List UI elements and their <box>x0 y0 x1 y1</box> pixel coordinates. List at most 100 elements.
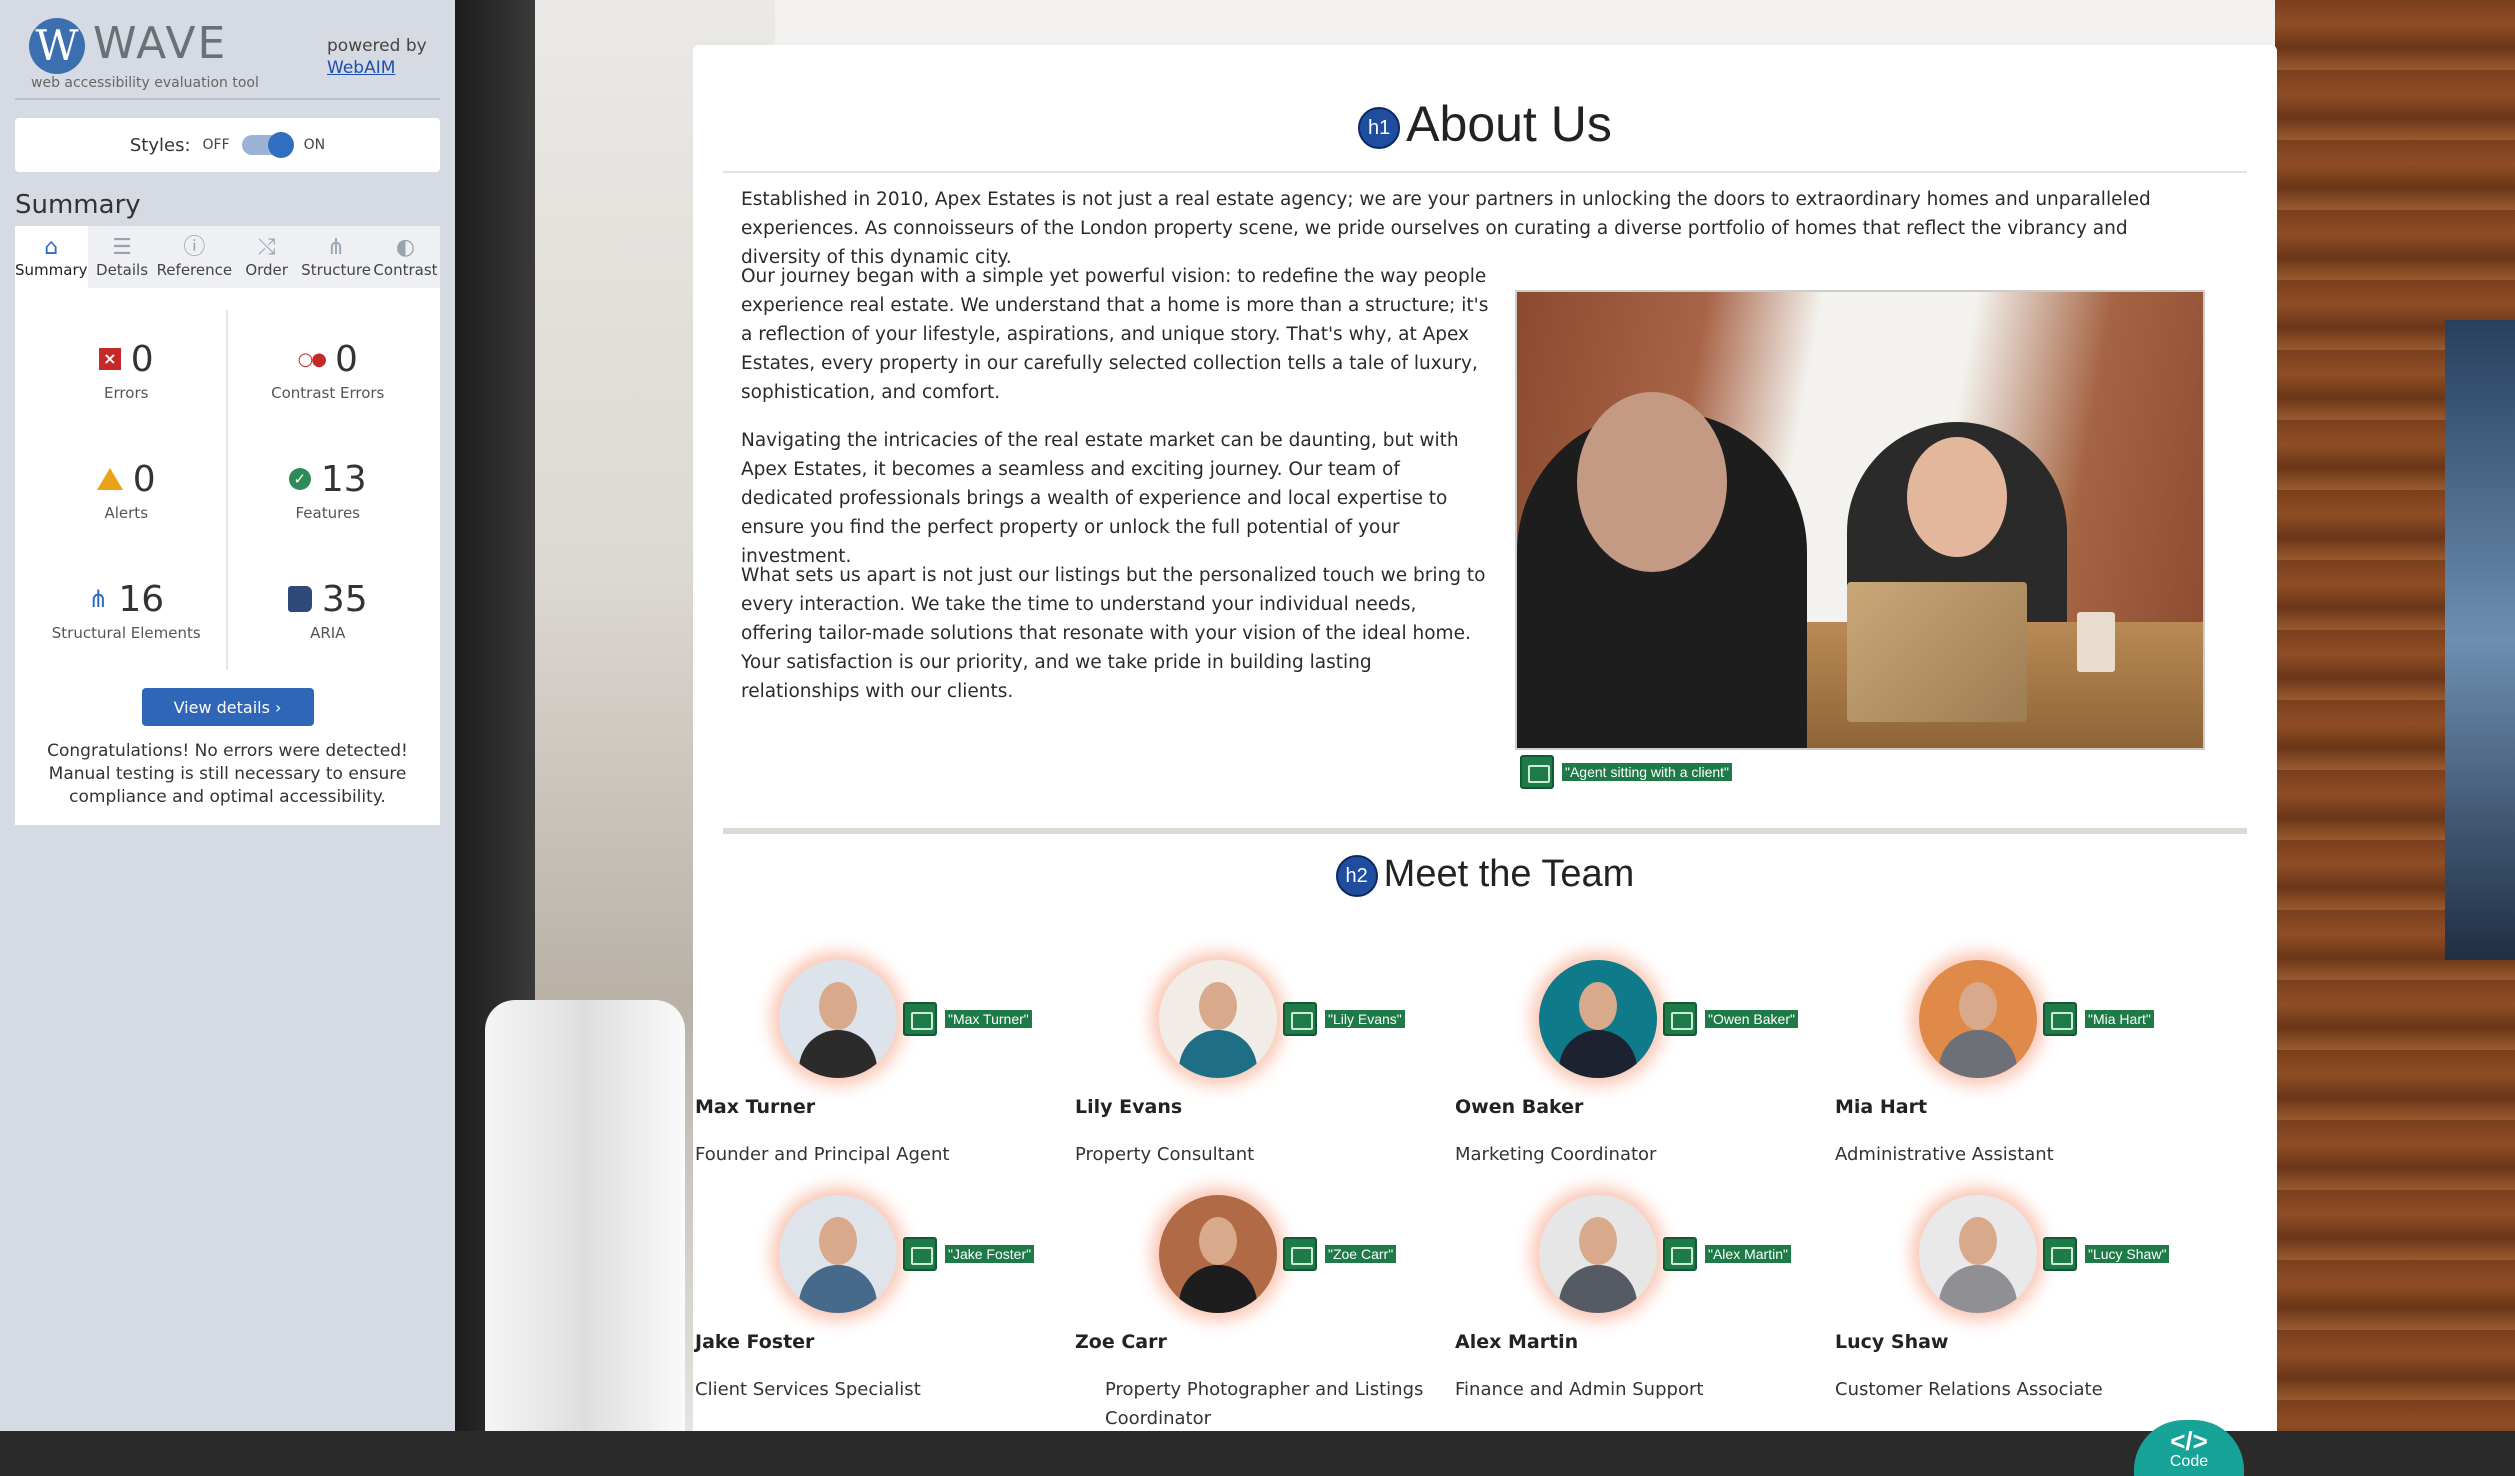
avatar-shirt <box>1559 1265 1637 1313</box>
styles-toggle-box: Styles: OFF ON <box>15 118 440 172</box>
contrast-icon: ◐ <box>395 235 416 260</box>
member-role: Property Photographer and Listings Coord… <box>1105 1379 1424 1429</box>
avatar-alt-text: "Jake Foster" <box>945 1245 1035 1263</box>
feature-check-icon: ✓ <box>288 468 311 490</box>
team-heading-row: h2 Meet the Team <box>693 853 2277 897</box>
alert-icon <box>96 468 123 490</box>
photo-laptop <box>1847 582 2027 722</box>
summary-panel: × 0 Errors ○● 0 Contrast Errors 0 Alerts ✓… <box>15 288 440 825</box>
h2-badge[interactable]: h2 <box>1335 854 1378 897</box>
avatar-shirt <box>799 1030 877 1078</box>
avatar-alt-text: "Owen Baker" <box>1705 1010 1798 1028</box>
avatar-head <box>1579 1217 1617 1265</box>
image-alt-icon <box>1283 1002 1317 1036</box>
avatar-shirt <box>1559 1030 1637 1078</box>
avatar-shirt <box>1179 1030 1257 1078</box>
avatar-alt-tag[interactable]: "Owen Baker" <box>1663 1002 1798 1036</box>
wave-tagline: web accessibility evaluation tool <box>31 75 259 91</box>
photo-alt-tag[interactable]: "Agent sitting with a client" <box>1520 755 1733 789</box>
toggle-knob <box>267 132 294 158</box>
avatar-alt-tag[interactable]: "Lucy Shaw" <box>2043 1237 2170 1271</box>
tab-order[interactable]: ⤭ Order <box>232 226 301 288</box>
paragraph-sets-apart: What sets us apart is not just our listi… <box>741 565 1486 702</box>
order-icon: ⤭ <box>257 235 276 260</box>
about-card: h1 About Us Established in 2010, Apex Est… <box>693 45 2277 1476</box>
avatar-head <box>819 1217 857 1265</box>
divider <box>723 171 2247 173</box>
features-count: 13 <box>320 458 367 500</box>
aria-count: 35 <box>321 578 368 620</box>
team-avatar <box>1539 960 1657 1078</box>
congrats-message: Congratulations! No errors were detected… <box>47 741 408 807</box>
avatar-head <box>1579 982 1617 1030</box>
divider <box>15 98 440 100</box>
member-name: Lily Evans <box>1075 1096 1183 1118</box>
avatar-alt-tag[interactable]: "Alex Martin" <box>1663 1237 1791 1271</box>
avatar-alt-text: "Zoe Carr" <box>1325 1245 1397 1263</box>
image-alt-icon <box>903 1002 937 1036</box>
alerts-count: 0 <box>132 458 156 500</box>
avatar-alt-text: "Lily Evans" <box>1325 1010 1405 1028</box>
avatar-alt-tag[interactable]: "Lily Evans" <box>1283 1002 1405 1036</box>
toggle-off-label: OFF <box>202 137 230 153</box>
intro-paragraph: Established in 2010, Apex Estates is not… <box>741 189 2151 268</box>
stat-structural: ⋔ 16 Structural Elements <box>27 550 228 670</box>
info-icon: ⓘ <box>183 235 206 260</box>
wave-logo-icon: W <box>29 18 85 74</box>
tab-summary[interactable]: ⌂ Summary <box>15 226 88 288</box>
wave-header: W WAVE web accessibility evaluation tool… <box>15 0 440 96</box>
photo-alt-text: "Agent sitting with a client" <box>1562 763 1733 781</box>
avatar-alt-text: "Max Turner" <box>945 1010 1032 1028</box>
member-role: Founder and Principal Agent <box>695 1144 950 1165</box>
avatar-head <box>1959 982 1997 1030</box>
paragraph-journey: Our journey began with a simple yet powe… <box>741 266 1489 403</box>
image-alt-icon <box>2043 1237 2077 1271</box>
paragraph-navigating: Navigating the intricacies of the real e… <box>741 430 1459 567</box>
member-role: Customer Relations Associate <box>1835 1379 2103 1400</box>
code-button[interactable]: </> Code <box>2134 1420 2244 1476</box>
webaim-link[interactable]: WebAIM <box>327 57 427 79</box>
view-details-button[interactable]: View details › <box>141 688 314 726</box>
agent-client-photo <box>1515 290 2205 750</box>
styles-toggle[interactable] <box>241 132 294 158</box>
avatar-alt-tag[interactable]: "Mia Hart" <box>2043 1002 2154 1036</box>
stats-grid: × 0 Errors ○● 0 Contrast Errors 0 Alerts ✓… <box>27 310 428 670</box>
member-role: Marketing Coordinator <box>1455 1144 1657 1165</box>
contrast-error-icon: ○● <box>297 348 327 370</box>
image-alt-icon <box>2043 1002 2077 1036</box>
member-name: Jake Foster <box>695 1331 815 1353</box>
h1-badge[interactable]: h1 <box>1358 106 1401 149</box>
stat-errors: × 0 Errors <box>27 310 228 430</box>
member-name: Alex Martin <box>1455 1331 1579 1353</box>
image-alt-icon <box>1663 1002 1697 1036</box>
tab-label: Reference <box>156 261 233 279</box>
team-avatar <box>779 960 897 1078</box>
toggle-on-label: ON <box>303 137 326 153</box>
photo-cup <box>2077 612 2115 672</box>
stat-alerts: 0 Alerts <box>27 430 228 550</box>
avatar-shirt <box>1939 1265 2017 1313</box>
member-role: Finance and Admin Support <box>1455 1379 1704 1400</box>
stat-contrast-errors: ○● 0 Contrast Errors <box>228 310 429 430</box>
team-avatar <box>1539 1195 1657 1313</box>
avatar-alt-tag[interactable]: "Jake Foster" <box>903 1237 1035 1271</box>
member-name: Mia Hart <box>1835 1096 1928 1118</box>
image-alt-icon <box>1520 755 1554 789</box>
member-role: Client Services Specialist <box>695 1379 921 1400</box>
tab-label: Details <box>96 261 149 279</box>
tab-structure[interactable]: ⋔ Structure <box>301 226 371 288</box>
error-icon: × <box>98 348 121 370</box>
team-avatar <box>1919 1195 2037 1313</box>
home-icon: ⌂ <box>44 235 59 260</box>
avatar-alt-tag[interactable]: "Zoe Carr" <box>1283 1237 1397 1271</box>
avatar-alt-tag[interactable]: "Max Turner" <box>903 1002 1032 1036</box>
photo-client-head <box>1577 392 1727 572</box>
tab-reference[interactable]: ⓘ Reference <box>157 226 233 288</box>
tab-contrast[interactable]: ◐ Contrast <box>371 226 440 288</box>
photo-agent-face <box>1907 437 2007 557</box>
avatar-alt-text: "Lucy Shaw" <box>2085 1245 2170 1263</box>
tab-label: Structure <box>301 261 371 279</box>
member-role: Administrative Assistant <box>1835 1144 2054 1165</box>
tab-details[interactable]: ☰ Details <box>88 226 157 288</box>
avatar-head <box>1959 1217 1997 1265</box>
